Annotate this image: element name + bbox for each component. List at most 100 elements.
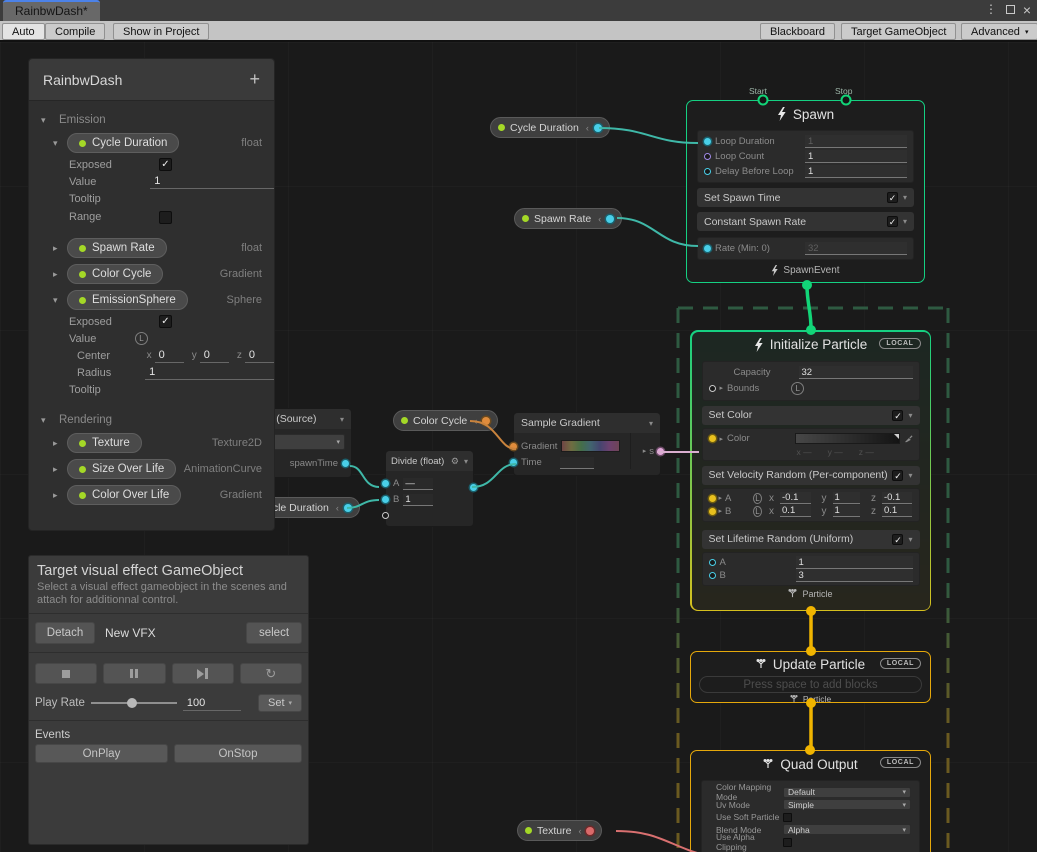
compile-button[interactable]: Compile [45, 23, 105, 40]
step-button[interactable] [172, 663, 234, 684]
center-x-field[interactable]: 0 [155, 348, 184, 363]
context-spawn[interactable]: Spawn Loop Duration 1 Loop Count 1 Delay… [686, 100, 925, 283]
category-emission[interactable]: ▾ Emission [29, 110, 274, 130]
radius-field[interactable]: 1 [145, 365, 274, 380]
use-soft-particle-checkbox[interactable] [783, 813, 792, 822]
block-enabled-checkbox[interactable]: ✓ [892, 534, 903, 545]
collapse-icon[interactable]: ‹ [474, 416, 477, 426]
spawntime-output-port[interactable] [342, 460, 349, 467]
divide-b-port[interactable] [382, 496, 389, 503]
chevron-right-icon[interactable]: ▸ [53, 438, 67, 449]
pause-button[interactable] [103, 663, 165, 684]
slider-knob[interactable] [127, 698, 137, 708]
block-set-velocity-random[interactable]: Set Velocity Random (Per-component) ✓ ▾ [702, 466, 920, 485]
expander-icon[interactable]: ▸ [719, 507, 723, 515]
select-button[interactable]: select [246, 622, 302, 644]
set-dropdown-button[interactable]: Set ▾ [258, 694, 302, 712]
add-blocks-placeholder[interactable]: Press space to add blocks [699, 676, 922, 693]
bounds-port[interactable] [709, 385, 716, 392]
delay-before-loop-field[interactable]: 1 [805, 165, 907, 178]
add-parameter-button[interactable]: + [249, 69, 260, 90]
expander-icon[interactable]: ▸ [720, 384, 724, 392]
block-set-spawn-time[interactable]: Set Spawn Time ✓ ▾ [697, 188, 914, 207]
advanced-dropdown-button[interactable]: Advanced ▾ [961, 23, 1037, 40]
onplay-button[interactable]: OnPlay [35, 744, 168, 763]
lifetime-a-port[interactable] [709, 559, 716, 566]
param-spawn-rate[interactable]: ▸ Spawn Rate float [29, 235, 274, 261]
show-in-project-button[interactable]: Show in Project [113, 23, 209, 40]
collapse-icon[interactable]: ‹ [586, 123, 589, 133]
block-enabled-checkbox[interactable]: ✓ [887, 192, 898, 203]
exposed-checkbox[interactable]: ✓ [159, 315, 172, 328]
color-gradient-field[interactable] [795, 433, 899, 444]
pill-color-cycle[interactable]: Color Cycle ‹ [393, 410, 498, 431]
detach-button[interactable]: Detach [35, 622, 95, 644]
maximize-icon[interactable] [1006, 5, 1015, 14]
gear-icon[interactable]: ⚙ [451, 456, 459, 467]
loop-count-port[interactable] [704, 153, 711, 160]
close-icon[interactable]: × [1019, 2, 1035, 18]
space-toggle[interactable]: L [753, 493, 762, 504]
time-field[interactable] [560, 457, 594, 469]
param-size-over-life[interactable]: ▸ Size Over Life AnimationCurve [29, 456, 274, 482]
block-set-color[interactable]: Set Color ✓ ▾ [702, 406, 920, 425]
kebab-menu-icon[interactable]: ⋮ [983, 2, 999, 16]
chevron-down-icon[interactable]: ▾ [53, 138, 67, 149]
loop-duration-port[interactable] [704, 138, 711, 145]
velocity-b-port[interactable] [709, 508, 716, 515]
restart-button[interactable]: ↻ [240, 663, 302, 684]
play-rate-field[interactable]: 100 [183, 696, 241, 711]
blend-mode-dropdown[interactable]: Alpha ▾ [783, 824, 911, 835]
divide-a-field[interactable]: — [403, 478, 433, 490]
expander-icon[interactable]: ▸ [720, 435, 724, 443]
velocity-a-port[interactable] [709, 495, 716, 502]
color-mapping-mode-dropdown[interactable]: Default ▾ [783, 787, 911, 798]
param-color-cycle[interactable]: ▸ Color Cycle Gradient [29, 261, 274, 287]
chevron-right-icon[interactable]: ▸ [53, 464, 67, 475]
use-alpha-clipping-checkbox[interactable] [783, 838, 792, 847]
divide-b-field[interactable]: 1 [403, 494, 433, 506]
tab-rainbwdash[interactable]: RainbwDash* [3, 0, 100, 21]
loop-count-field[interactable]: 1 [805, 150, 907, 163]
auto-button[interactable]: Auto [2, 23, 45, 40]
collapse-icon[interactable]: ‹ [598, 214, 601, 224]
exposed-checkbox[interactable]: ✓ [159, 158, 172, 171]
velocity-a-z[interactable]: -0.1 [882, 492, 913, 504]
chevron-right-icon[interactable]: ▸ [53, 490, 67, 501]
onstop-button[interactable]: OnStop [174, 744, 302, 763]
space-toggle[interactable]: L [753, 506, 762, 517]
velocity-b-y[interactable]: 1 [833, 505, 860, 517]
divide-output-port[interactable] [470, 484, 477, 491]
capacity-field[interactable]: 32 [799, 366, 913, 379]
node-divide-header[interactable]: Divide (float) ⚙ ▾ [386, 451, 473, 471]
eyedropper-icon[interactable] [904, 434, 913, 443]
block-enabled-checkbox[interactable]: ✓ [892, 410, 903, 421]
play-rate-slider[interactable] [91, 702, 177, 704]
lifetime-a-field[interactable]: 1 [796, 556, 913, 569]
pill-cycle-duration-1[interactable]: Cycle Duration ‹ [490, 117, 610, 138]
node-sample-gradient-header[interactable]: Sample Gradient ▾ [514, 413, 660, 433]
stop-button[interactable] [35, 663, 97, 684]
center-y-field[interactable]: 0 [200, 348, 229, 363]
gradient-preview[interactable] [561, 440, 620, 452]
collapse-icon[interactable]: ‹ [578, 826, 581, 836]
pill-output-port[interactable] [482, 417, 490, 425]
rate-field[interactable]: 32 [805, 242, 907, 255]
block-enabled-checkbox[interactable]: ✓ [892, 470, 903, 481]
block-enabled-checkbox[interactable]: ✓ [887, 216, 898, 227]
context-quad-output[interactable]: Quad Output LOCAL Color Mapping Mode Def… [690, 750, 931, 852]
target-gameobject-toggle-button[interactable]: Target GameObject [841, 23, 956, 40]
block-constant-spawn-rate[interactable]: Constant Spawn Rate ✓ ▾ [697, 212, 914, 231]
block-set-lifetime-random[interactable]: Set Lifetime Random (Uniform) ✓ ▾ [702, 530, 920, 549]
chevron-right-icon[interactable]: ▸ [53, 269, 67, 280]
uv-mode-dropdown[interactable]: Simple ▾ [783, 799, 911, 810]
chevron-down-icon[interactable]: ▾ [53, 295, 67, 306]
pill-output-port[interactable] [344, 504, 352, 512]
delay-before-loop-port[interactable] [704, 168, 711, 175]
velocity-a-y[interactable]: 1 [833, 492, 860, 504]
divide-extra-port[interactable] [382, 512, 389, 519]
param-color-over-life[interactable]: ▸ Color Over Life Gradient [29, 482, 274, 508]
expander-icon[interactable]: ▸ [719, 494, 723, 502]
bounds-space-toggle[interactable]: L [791, 382, 804, 395]
node-sample-gradient[interactable]: Sample Gradient ▾ Gradient Time [513, 412, 661, 476]
